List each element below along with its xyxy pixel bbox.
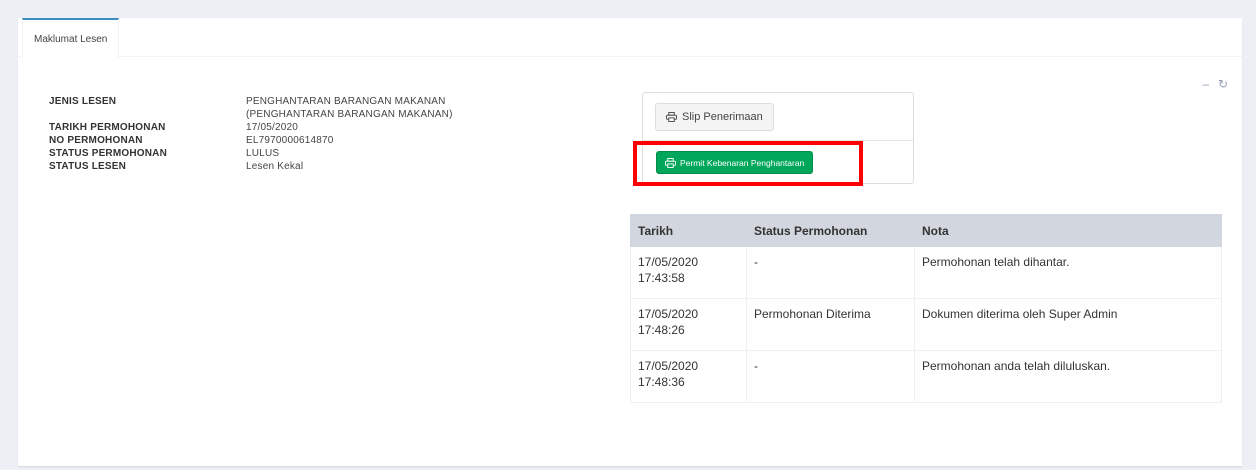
info-value: Lesen Kekal (246, 161, 304, 172)
cell-tarikh: 17/05/2020 17:48:36 (630, 350, 747, 403)
cell-date: 17/05/2020 (638, 255, 699, 269)
info-label: NO PERMOHONAN (49, 135, 143, 146)
printer-icon (666, 112, 677, 122)
table-row: 17/05/2020 17:48:36 - Permohonan anda tel… (630, 350, 1222, 403)
cell-status: - (746, 246, 915, 299)
info-label: STATUS LESEN (49, 161, 127, 172)
tab-maklumat-lesen[interactable]: Maklumat Lesen (22, 18, 120, 58)
info-label: TARIKH PERMOHONAN (49, 122, 166, 133)
cell-status: Permohonan Diterima (746, 298, 915, 351)
table-row: 17/05/2020 17:48:26 Permohonan Diterima D… (630, 298, 1222, 351)
cell-time: 17:48:36 (638, 375, 685, 389)
collapse-icon[interactable]: – (1202, 78, 1209, 90)
column-header-nota: Nota (914, 214, 1222, 247)
cell-nota: Dokumen diterima oleh Super Admin (914, 298, 1222, 351)
license-panel: Maklumat Lesen – ↻ JENIS LESEN PENGHANTA… (18, 18, 1242, 466)
cell-nota: Permohonan anda telah diluluskan. (914, 350, 1222, 403)
highlight-box (633, 141, 863, 186)
table-header-row: Tarikh Status Permohonan Nota (630, 214, 1222, 247)
info-label: JENIS LESEN (49, 96, 117, 107)
table-row: 17/05/2020 17:43:58 - Permohonan telah di… (630, 246, 1222, 299)
info-value: PENGHANTARAN BARANGAN MAKANAN (PENGHANTA… (246, 96, 453, 120)
cell-nota: Permohonan telah dihantar. (914, 246, 1222, 299)
cell-time: 17:43:58 (638, 271, 685, 285)
info-label: STATUS PERMOHONAN (49, 148, 168, 159)
tab-bar: Maklumat Lesen (18, 18, 1242, 58)
cell-date: 17/05/2020 (638, 359, 699, 373)
info-value: 17/05/2020 (246, 122, 299, 133)
status-history-table: Tarikh Status Permohonan Nota 17/05/2020… (630, 214, 1222, 403)
cell-status: - (746, 350, 915, 403)
cell-date: 17/05/2020 (638, 307, 699, 321)
slip-penerimaan-button[interactable]: Slip Penerimaan (655, 103, 774, 131)
refresh-icon[interactable]: ↻ (1218, 78, 1228, 90)
box-tools: – ↻ (1202, 78, 1228, 90)
cell-tarikh: 17/05/2020 17:43:58 (630, 246, 747, 299)
cell-time: 17:48:26 (638, 323, 685, 337)
info-value: LULUS (246, 148, 280, 159)
cell-tarikh: 17/05/2020 17:48:26 (630, 298, 747, 351)
column-header-status: Status Permohonan (746, 214, 915, 247)
column-header-tarikh: Tarikh (630, 214, 747, 247)
info-value: EL7970000614870 (246, 135, 334, 146)
slip-penerimaan-label: Slip Penerimaan (682, 111, 763, 123)
